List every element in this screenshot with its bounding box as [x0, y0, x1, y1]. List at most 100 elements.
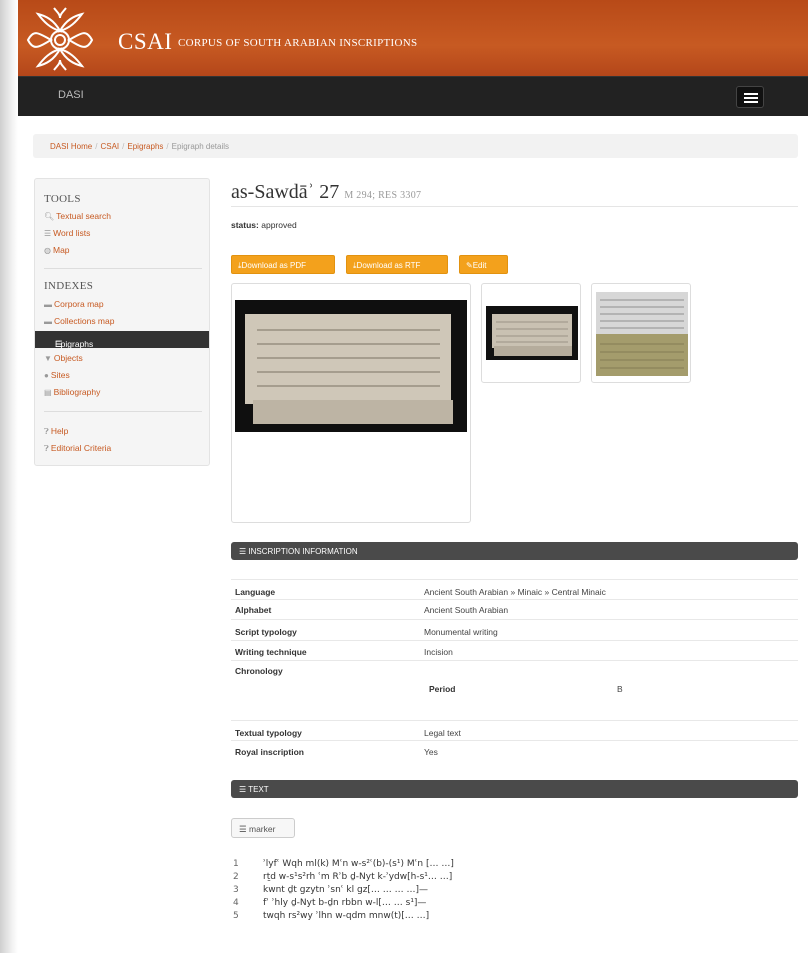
language-label: Language	[235, 587, 276, 597]
breadcrumb-csai[interactable]: CSAI	[100, 142, 119, 151]
edit-button[interactable]: ✎Edit	[459, 255, 508, 274]
download-rtf-button[interactable]: ⤓Download as RTF	[346, 255, 448, 274]
list-icon: ☰	[44, 229, 52, 238]
sidebar-item-help[interactable]: ❓︎ Help	[44, 426, 68, 437]
epigraph-references: M 294; RES 3307	[344, 190, 422, 201]
inscription-photo	[596, 292, 688, 376]
line-text: fʾ ʾhly ḏ-Nyt b-ḏn rbbn w-l[… … s¹]—	[263, 898, 427, 908]
marker-button[interactable]: ☰ marker	[231, 818, 295, 838]
inscription-information-header: ☰ INSCRIPTION INFORMATION	[231, 542, 798, 560]
book-icon: ▤	[44, 388, 52, 397]
row-divider	[231, 640, 798, 641]
sidebar-item-textual-search[interactable]: 🔍︎ Textual search	[44, 211, 111, 221]
breadcrumb: DASI Home / CSAI / Epigraphs / Epigraph detail…	[33, 134, 798, 158]
brand-subtitle[interactable]: CORPUS OF SOUTH ARABIAN INSCRIPTIONS	[178, 37, 417, 49]
script-typology-value: Monumental writing	[424, 627, 498, 637]
thumbnail-large[interactable]	[231, 283, 471, 523]
page: CSAI CORPUS OF SOUTH ARABIAN INSCRIPTION…	[18, 0, 808, 953]
csai-logo-icon[interactable]	[24, 4, 96, 72]
page-shadow	[0, 0, 18, 953]
sidebar-divider	[44, 268, 202, 269]
line-text: rṯd w-s¹s²rh ʿm Rʾb ḏ-Nyt k-ʾydw[h-s¹… ……	[263, 872, 453, 882]
tools-heading: TOOLS	[44, 193, 81, 205]
hamburger-icon[interactable]	[736, 86, 764, 108]
line-number: 5	[233, 911, 239, 921]
alphabet-label: Alphabet	[235, 605, 272, 615]
sidebar-item-label: Corpora map	[54, 299, 104, 309]
line-number: 2	[233, 872, 239, 882]
language-value[interactable]: Ancient South Arabian » Minaic » Central…	[424, 587, 606, 597]
text-line: 4 fʾ ʾhly ḏ-Nyt b-ḏn rbbn w-l[… … s¹]—	[231, 898, 426, 908]
royal-inscription-value: Yes	[424, 747, 438, 757]
inscription-photo	[235, 300, 467, 432]
line-number: 1	[233, 859, 239, 869]
sidebar-item-label: Help	[50, 426, 69, 436]
list-icon: ☰	[239, 824, 249, 834]
sidebar-item-label: Epigraphs	[55, 339, 94, 349]
row-divider	[231, 740, 798, 741]
text-line: 2 rṯd w-s¹s²rh ʿm Rʾb ḏ-Nyt k-ʾydw[h-s¹… …	[231, 872, 452, 882]
sidebar-item-map[interactable]: ◍ Map	[44, 245, 70, 255]
sidebar-item-label: Sites	[50, 370, 70, 380]
download-pdf-label: Download as PDF	[241, 261, 307, 270]
folder-icon: ▬	[44, 300, 52, 309]
sidebar: TOOLS 🔍︎ Textual search ☰ Word lists ◍ Map …	[34, 178, 210, 466]
status-value: approved	[261, 220, 297, 230]
breadcrumb-dasi-home[interactable]: DASI Home	[50, 142, 92, 151]
thumbnail-2[interactable]	[481, 283, 581, 383]
alphabet-value: Ancient South Arabian	[424, 605, 509, 615]
sidebar-item-corpora-map[interactable]: ▬ Corpora map	[44, 299, 104, 309]
sidebar-item-word-lists[interactable]: ☰ Word lists	[44, 228, 90, 238]
script-typology-label: Script typology	[235, 627, 297, 637]
line-text: kwnt ḏt gzytn ʾsnʿ kl gz[… … … …]—	[263, 885, 429, 895]
sidebar-item-editorial-criteria[interactable]: ❓︎ Editorial Criteria	[44, 443, 111, 454]
writing-technique-label: Writing technique	[235, 647, 307, 657]
browser-frame: CSAI CORPUS OF SOUTH ARABIAN INSCRIPTION…	[0, 0, 808, 953]
download-pdf-button[interactable]: ⤓Download as PDF	[231, 255, 335, 274]
filter-icon: ▼	[44, 354, 52, 363]
inscription-photo	[486, 306, 578, 360]
breadcrumb-separator: /	[166, 142, 169, 151]
edit-label: Edit	[472, 261, 487, 270]
page-title: as-Sawdāʾ 27 M 294; RES 3307	[231, 181, 421, 204]
status-line: status: approved	[231, 220, 297, 230]
question-icon: ❓︎	[44, 427, 49, 436]
thumbnail-3[interactable]	[591, 283, 691, 383]
line-number: 4	[233, 898, 239, 908]
map-marker-icon: ●	[44, 371, 49, 380]
line-number: 3	[233, 885, 239, 895]
sidebar-item-bibliography[interactable]: ▤ Bibliography	[44, 387, 100, 397]
title-divider	[231, 206, 798, 207]
info-panel-icon: ☰	[239, 547, 249, 556]
textual-typology-value: Legal text	[424, 728, 461, 738]
sidebar-item-sites[interactable]: ● Sites	[44, 370, 70, 380]
text-line: 1 ʾlyfʿ Wqh ml(k) Mʿn w-s²ʿ(b)-(s¹) Mʿn […	[231, 859, 454, 869]
period-value: B	[617, 684, 623, 694]
sidebar-item-objects[interactable]: ▼ Objects	[44, 353, 83, 363]
row-divider	[231, 599, 798, 600]
text-panel-header: ☰ TEXT	[231, 780, 798, 798]
text-line: 3 kwnt ḏt gzytn ʾsnʿ kl gz[… … … …]—	[231, 885, 428, 895]
line-text: twqh rs²wy ʾlhn w-qdm mnw(t)[… …]	[263, 911, 430, 921]
period-label: Period	[429, 684, 456, 694]
writing-technique-value: Incision	[424, 647, 453, 657]
status-label: status:	[231, 220, 259, 230]
sidebar-item-label: Objects	[53, 353, 83, 363]
sidebar-item-label: Collections map	[54, 316, 115, 326]
sidebar-item-label: Editorial Criteria	[50, 443, 112, 453]
sidebar-item-label: Map	[52, 245, 70, 255]
row-divider	[231, 579, 798, 580]
sidebar-item-epigraphs[interactable]: ☰ Epigraphs	[35, 331, 209, 349]
nav-brand-link[interactable]: DASI	[58, 89, 84, 101]
row-divider	[231, 720, 798, 721]
brand-title[interactable]: CSAI	[118, 29, 172, 55]
inscription-information-title: INSCRIPTION INFORMATION	[248, 547, 358, 556]
breadcrumb-epigraphs[interactable]: Epigraphs	[127, 142, 163, 151]
row-divider	[231, 660, 798, 661]
question-icon: ❓︎	[44, 444, 49, 453]
chronology-label: Chronology	[235, 666, 283, 676]
sidebar-item-label: Bibliography	[53, 387, 101, 397]
sidebar-divider	[44, 411, 202, 412]
sidebar-item-collections-map[interactable]: ▬ Collections map	[44, 316, 114, 326]
textual-typology-label: Textual typology	[235, 728, 302, 738]
